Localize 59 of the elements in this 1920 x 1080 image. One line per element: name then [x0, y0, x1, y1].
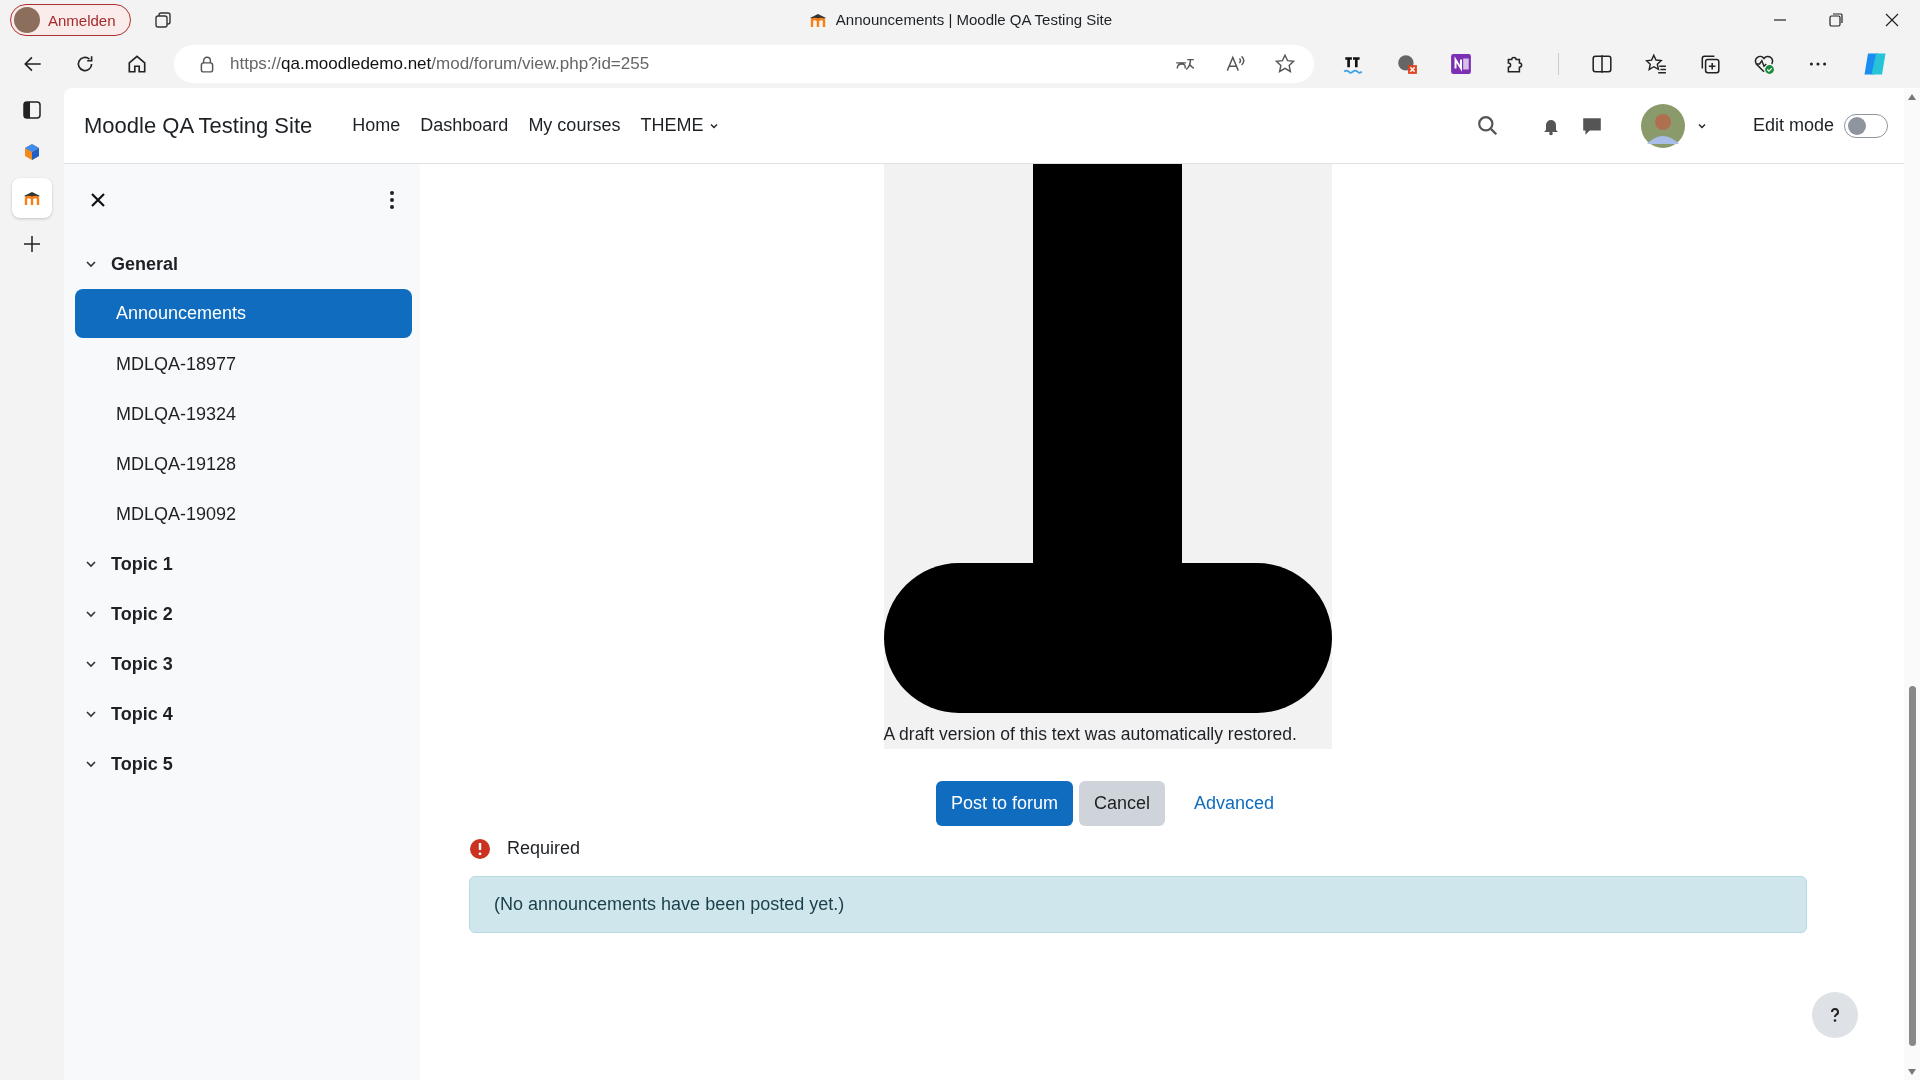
- cancel-button[interactable]: Cancel: [1078, 781, 1165, 826]
- section-heading[interactable]: Topic 2: [75, 589, 412, 639]
- drawer-item[interactable]: Announcements: [75, 289, 412, 338]
- tabs-icon[interactable]: [152, 10, 173, 30]
- draft-restored-message: A draft version of this text was automatically restored.: [883, 724, 1297, 746]
- restore-icon[interactable]: [1828, 12, 1844, 28]
- drawer-item[interactable]: MDLQA-19324: [75, 389, 412, 439]
- favorites-icon[interactable]: [1645, 53, 1667, 75]
- moodle-tab[interactable]: [12, 178, 52, 218]
- section-heading[interactable]: Topic 4: [75, 689, 412, 739]
- submit-button[interactable]: Post to forum: [935, 781, 1073, 826]
- moodle-logo-icon: [22, 191, 42, 205]
- advanced-link[interactable]: Advanced: [1179, 781, 1290, 826]
- avatar-icon[interactable]: [1640, 103, 1685, 148]
- info-alert: (No announcements have been posted yet.): [469, 876, 1807, 933]
- star-icon[interactable]: [1274, 53, 1296, 75]
- chevron-icon: [85, 758, 97, 770]
- window-title: Announcements | Moodle QA Testing Site: [835, 11, 1113, 28]
- drawer-item[interactable]: MDLQA-18977: [75, 339, 412, 389]
- required-legend: Required: [507, 838, 581, 859]
- chevron-icon: [85, 608, 97, 620]
- notebook-icon[interactable]: [1450, 53, 1472, 75]
- url-text: https://qa.moodledemo.net/mod/forum/view.php?id=255: [230, 54, 650, 74]
- address-bar[interactable]: https://qa.moodledemo.net/mod/forum/view.php?id=255: [174, 45, 1314, 83]
- profile-button[interactable]: Anmelden: [10, 4, 131, 36]
- sidebar-icon[interactable]: [22, 100, 42, 120]
- collections-icon[interactable]: [1699, 53, 1721, 75]
- chevron-icon: [85, 708, 97, 720]
- nav-link[interactable]: My courses: [528, 115, 621, 136]
- avatar-icon: [14, 7, 40, 33]
- close-icon[interactable]: [90, 192, 106, 208]
- cube-icon[interactable]: [22, 142, 42, 162]
- section-heading[interactable]: Topic 1: [75, 539, 412, 589]
- section-heading[interactable]: Topic 5: [75, 739, 412, 789]
- scroll-down-icon[interactable]: [1907, 1068, 1917, 1076]
- chevron-icon: [85, 558, 97, 570]
- scroll-thumb[interactable]: [1908, 686, 1916, 1046]
- search-icon[interactable]: [1476, 114, 1499, 137]
- section-heading[interactable]: Topic 3: [75, 639, 412, 689]
- drawer-item[interactable]: MDLQA-19128: [75, 439, 412, 489]
- drawer-item[interactable]: MDLQA-19092: [75, 489, 412, 539]
- heart-pulse-icon[interactable]: [1753, 53, 1775, 75]
- plus-icon[interactable]: [22, 234, 42, 254]
- chevron-icon: [85, 658, 97, 670]
- scroll-up-icon[interactable]: [1907, 93, 1917, 101]
- kebab-menu-icon[interactable]: [389, 190, 395, 210]
- required-icon: [470, 838, 490, 859]
- close-icon[interactable]: [1884, 12, 1900, 28]
- split-screen-icon[interactable]: [1591, 53, 1613, 75]
- section-heading[interactable]: General: [75, 239, 412, 289]
- chevron-icon: [85, 258, 97, 270]
- lock-icon: [198, 55, 216, 73]
- nav-link[interactable]: Home: [352, 115, 401, 136]
- nav-link[interactable]: THEME: [640, 115, 720, 136]
- edit-mode-label: Edit mode: [1752, 115, 1834, 136]
- edit-mode-toggle[interactable]: [1844, 113, 1888, 138]
- home-icon[interactable]: [126, 53, 148, 75]
- site-name[interactable]: Moodle QA Testing Site: [84, 112, 313, 139]
- nav-link[interactable]: Dashboard: [420, 115, 509, 136]
